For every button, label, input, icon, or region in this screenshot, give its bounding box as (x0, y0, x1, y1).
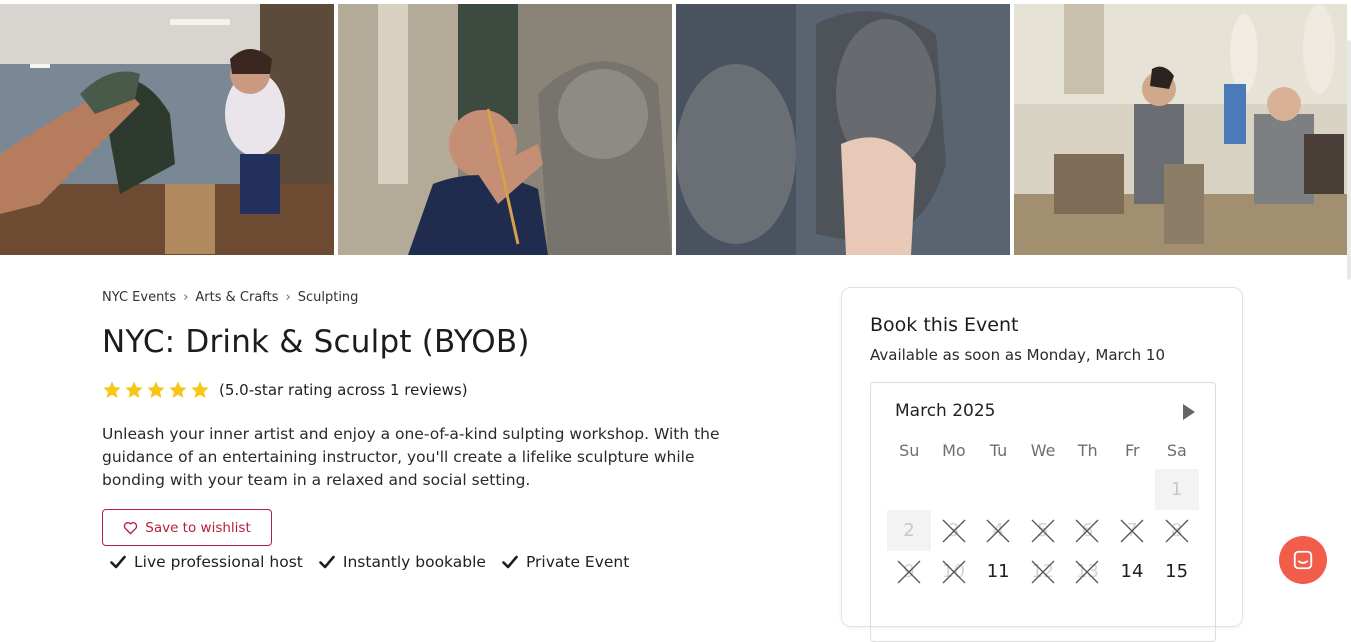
calendar-day-number: 2 (903, 520, 915, 541)
page-title: NYC: Drink & Sculpt (BYOB) (102, 324, 530, 360)
unavailable-x-icon (897, 560, 921, 584)
star-icon (169, 381, 187, 398)
star-icon (125, 381, 143, 398)
weekday-label: Sa (1166, 441, 1187, 460)
gallery-photo-2[interactable] (338, 4, 672, 255)
gallery-photo-4[interactable] (1014, 4, 1347, 255)
unavailable-x-icon (1075, 560, 1099, 584)
check-icon (110, 555, 126, 569)
gallery-photo-3[interactable] (676, 4, 1010, 255)
booking-card: Book this Event Available as soon as Mon… (841, 287, 1243, 642)
calendar-day-11[interactable]: 11 (976, 551, 1020, 592)
star-icon (191, 381, 209, 398)
availability-text: Available as soon as Monday, March 10 (870, 346, 1165, 364)
rating-text[interactable]: (5.0-star rating across 1 reviews) (219, 381, 468, 399)
calendar-day-number: 11 (986, 561, 1010, 582)
feature-list: Live professional host Instantly bookabl… (110, 553, 629, 571)
feature-item: Private Event (502, 553, 629, 571)
next-month-button[interactable] (1181, 403, 1197, 421)
photo-gallery (0, 4, 1351, 255)
check-icon (502, 555, 518, 569)
calendar-day-6: 6 (1065, 510, 1109, 551)
gallery-photo-1[interactable] (0, 4, 334, 255)
heart-icon (124, 521, 138, 534)
rating-stars (102, 380, 212, 400)
weekday-label: Th (1077, 441, 1098, 460)
unavailable-x-icon (942, 519, 966, 543)
calendar-day-15[interactable]: 15 (1155, 551, 1199, 592)
chat-icon (1293, 550, 1313, 570)
calendar-day-1: 1 (1154, 469, 1199, 510)
calendar-day-14[interactable]: 14 (1110, 551, 1154, 592)
calendar-day-number: 14 (1120, 561, 1144, 582)
wishlist-label: Save to wishlist (145, 519, 251, 536)
feature-label: Instantly bookable (342, 553, 486, 571)
feature-label: Live professional host (134, 553, 303, 571)
rating: (5.0-star rating across 1 reviews) (102, 380, 468, 400)
unavailable-x-icon (1075, 519, 1099, 543)
breadcrumb-separator: › (285, 290, 291, 305)
unavailable-x-icon (1120, 519, 1144, 543)
calendar-day-4: 4 (976, 510, 1020, 551)
star-icon (147, 381, 165, 398)
feature-label: Private Event (525, 553, 630, 571)
breadcrumb-separator: › (183, 290, 189, 305)
chevron-right-icon (1183, 404, 1195, 420)
calendar-month-label: March 2025 (895, 401, 996, 421)
check-icon (319, 555, 335, 569)
calendar-day-5: 5 (1021, 510, 1065, 551)
event-description: Unleash your inner artist and enjoy a on… (102, 425, 720, 489)
breadcrumb-item-nyc-events[interactable]: NYC Events (102, 290, 176, 305)
calendar-day-2: 2 (887, 510, 931, 551)
calendar-day-13: 13 (1065, 551, 1109, 592)
unavailable-x-icon (942, 560, 966, 584)
calendar-day-12: 12 (1021, 551, 1065, 592)
unavailable-x-icon (986, 519, 1010, 543)
weekday-label: Mo (942, 441, 966, 460)
page-scrollbar[interactable] (1347, 40, 1351, 280)
calendar-day-9: 9 (887, 551, 931, 592)
breadcrumb-item-sculpting[interactable]: Sculpting (298, 290, 359, 305)
weekday-label: Fr (1124, 441, 1140, 460)
unavailable-x-icon (1031, 519, 1055, 543)
feature-item: Live professional host (110, 553, 303, 571)
date-picker-calendar: March 2025 Su Mo Tu We Th Fr Sa 12345678… (870, 382, 1216, 642)
calendar-day-number: 15 (1165, 561, 1189, 582)
weekday-label: We (1030, 441, 1056, 460)
calendar-day-7: 7 (1110, 510, 1154, 551)
breadcrumb-item-arts-crafts[interactable]: Arts & Crafts (195, 290, 278, 305)
breadcrumb: NYC Events › Arts & Crafts › Sculpting (102, 290, 358, 305)
weekday-label: Tu (989, 441, 1008, 460)
calendar-day-number: 1 (1170, 479, 1183, 500)
booking-title: Book this Event (870, 314, 1019, 336)
unavailable-x-icon (1165, 519, 1189, 543)
star-icon (103, 381, 121, 398)
chat-launcher-button[interactable] (1279, 536, 1327, 584)
feature-item: Instantly bookable (319, 553, 486, 571)
save-to-wishlist-button[interactable]: Save to wishlist (102, 509, 272, 546)
unavailable-x-icon (1031, 560, 1055, 584)
calendar-weekday-header: Su Mo Tu We Th Fr Sa (887, 441, 1199, 460)
calendar-day-8: 8 (1155, 510, 1199, 551)
weekday-label: Su (899, 441, 920, 460)
calendar-day-10: 10 (932, 551, 976, 592)
calendar-day-3: 3 (932, 510, 976, 551)
